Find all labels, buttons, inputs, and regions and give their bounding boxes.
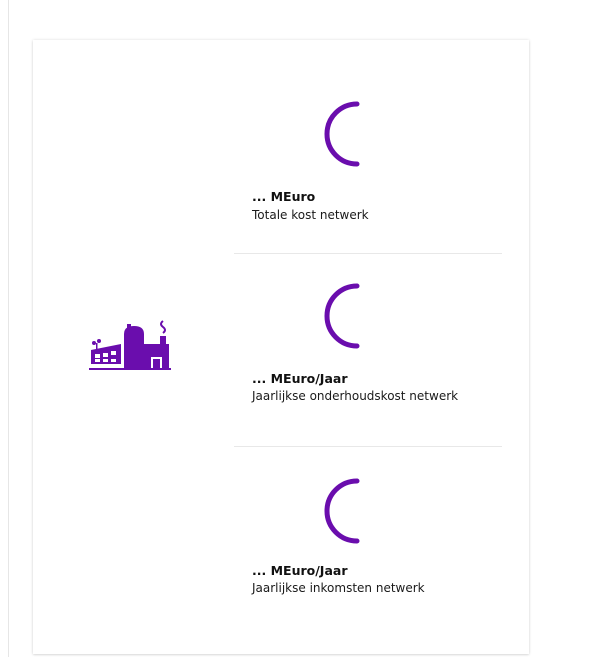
loading-spinner-icon [324,478,360,544]
annual-maintenance-stat: ... MEuro/Jaar Jaarlijkse onderhoudskost… [234,253,502,447]
annual-income-label: Jaarlijkse inkomsten netwerk [252,581,425,595]
loading-spinner-icon [324,101,360,167]
industrial-facility-icon [89,320,171,370]
total-cost-label: Totale kost netwerk [252,208,369,222]
total-cost-stat: ... MEuro Totale kost netwerk [234,90,502,254]
annual-income-stat: ... MEuro/Jaar Jaarlijkse inkomsten netw… [234,446,502,626]
total-cost-value: ... MEuro [252,189,316,204]
annual-maintenance-value: ... MEuro/Jaar [252,371,348,386]
network-cost-card: ... MEuro Totale kost netwerk ... MEuro/… [33,40,529,654]
annual-income-value: ... MEuro/Jaar [252,563,348,578]
loading-spinner-icon [324,283,360,349]
annual-maintenance-label: Jaarlijkse onderhoudskost netwerk [252,389,459,403]
left-divider [8,0,9,657]
